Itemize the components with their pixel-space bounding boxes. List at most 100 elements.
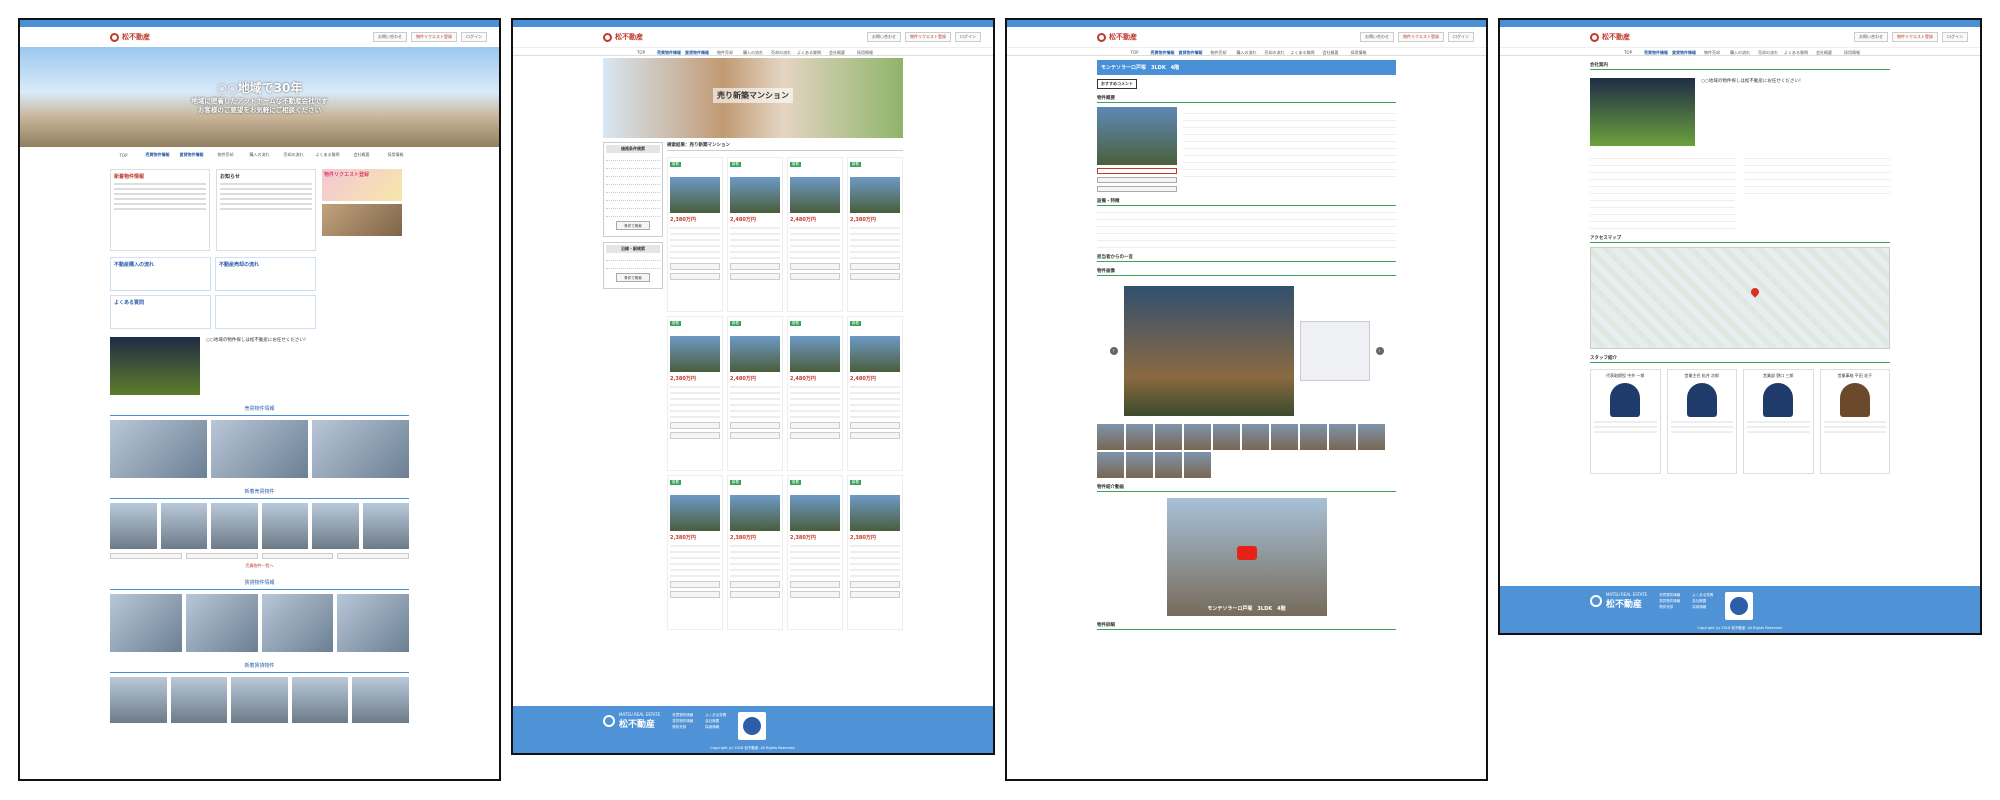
- gallery-thumb[interactable]: [1155, 424, 1182, 450]
- gallery-thumb[interactable]: [1126, 452, 1153, 478]
- sale-banner-1[interactable]: [110, 420, 207, 478]
- contact-button[interactable]: お問い合わせ: [373, 32, 407, 42]
- rent-banner-4[interactable]: [337, 594, 409, 652]
- nav-sell-flow[interactable]: 売却の流れ: [277, 152, 311, 158]
- detail-button[interactable]: [850, 422, 900, 429]
- property-card[interactable]: 新着 2,480万円: [787, 316, 843, 471]
- gallery-thumb[interactable]: [1155, 452, 1182, 478]
- card-title[interactable]: [850, 326, 900, 336]
- nav-faq[interactable]: よくある質問: [311, 152, 345, 158]
- site-logo[interactable]: 松不動産: [110, 32, 150, 42]
- card-photo[interactable]: [850, 336, 900, 372]
- card-title[interactable]: [850, 485, 900, 495]
- gallery-thumb[interactable]: [1242, 424, 1269, 450]
- footer-links[interactable]: 売買物件情報 賃貸物件情報 物件売却: [672, 712, 693, 730]
- detail-button[interactable]: [790, 263, 840, 270]
- site-logo[interactable]: 松不動産: [1590, 32, 1630, 42]
- nav-top[interactable]: TOP: [107, 153, 141, 158]
- card-title[interactable]: [790, 167, 840, 177]
- play-icon[interactable]: [1236, 546, 1257, 560]
- property-thumb[interactable]: [362, 503, 409, 549]
- card-photo[interactable]: [850, 495, 900, 531]
- favorite-button[interactable]: [730, 273, 780, 280]
- footer-links[interactable]: よくある質問 会社概要 採用情報: [705, 712, 726, 730]
- detail-button[interactable]: [110, 553, 182, 559]
- property-thumb[interactable]: [352, 677, 409, 723]
- filter-item[interactable]: [606, 201, 660, 209]
- nav-recruit[interactable]: 採用情報: [379, 152, 413, 158]
- property-thumb[interactable]: [160, 503, 207, 549]
- card-photo[interactable]: [730, 495, 780, 531]
- property-card[interactable]: 新着 2,380万円: [727, 475, 783, 630]
- detail-button[interactable]: [790, 422, 840, 429]
- login-button[interactable]: ログイン: [955, 32, 981, 42]
- inquiry-button[interactable]: [1097, 177, 1177, 183]
- next-arrow-icon[interactable]: ›: [1375, 347, 1384, 355]
- footer-links[interactable]: 売買物件情報 賃貸物件情報 物件売却: [1659, 592, 1680, 610]
- property-thumb[interactable]: [312, 503, 359, 549]
- detail-button[interactable]: [850, 263, 900, 270]
- property-main-photo[interactable]: [1097, 107, 1177, 165]
- nav-sale[interactable]: 売買物件情報: [141, 152, 175, 158]
- property-card[interactable]: 新着 2,380万円: [667, 316, 723, 471]
- filter-item[interactable]: [606, 161, 660, 169]
- gallery-thumb[interactable]: [1358, 424, 1385, 450]
- card-photo[interactable]: [730, 336, 780, 372]
- footer-logo[interactable]: MATSU REAL ESTATE 松不動産: [1590, 592, 1647, 610]
- card-photo[interactable]: [670, 177, 720, 213]
- detail-button[interactable]: [670, 422, 720, 429]
- gallery-thumb[interactable]: [1213, 424, 1240, 450]
- detail-button[interactable]: [337, 553, 409, 559]
- property-card[interactable]: 新着 2,480万円: [787, 157, 843, 312]
- property-thumb[interactable]: [231, 677, 288, 723]
- prev-arrow-icon[interactable]: ‹: [1109, 347, 1118, 355]
- nav-rent[interactable]: 賃貸物件情報: [175, 152, 209, 158]
- property-video[interactable]: モンテソラーロ戸塚 3LDK 4階: [1166, 498, 1327, 616]
- login-button[interactable]: ログイン: [461, 32, 487, 42]
- property-card[interactable]: 新着 2,480万円: [727, 316, 783, 471]
- detail-button[interactable]: [730, 581, 780, 588]
- favorite-button[interactable]: [730, 432, 780, 439]
- card-title[interactable]: [670, 326, 720, 336]
- filter-item[interactable]: [606, 253, 660, 261]
- gallery-thumb[interactable]: [1329, 424, 1356, 450]
- property-thumb[interactable]: [110, 503, 157, 549]
- footer-logo[interactable]: MATSU REAL ESTATE 松不動産: [603, 712, 660, 730]
- detail-button[interactable]: [261, 553, 334, 559]
- buy-flow-link[interactable]: 不動産購入の流れ: [110, 257, 211, 291]
- favorite-button[interactable]: [670, 432, 720, 439]
- filter-item[interactable]: [606, 193, 660, 201]
- detail-button[interactable]: [790, 581, 840, 588]
- contact-button[interactable]: お問い合わせ: [1360, 32, 1394, 42]
- nav-company[interactable]: 会社概要: [345, 152, 379, 158]
- property-card[interactable]: 新着 2,480万円: [727, 157, 783, 312]
- gallery-thumb[interactable]: [1126, 424, 1153, 450]
- search-button[interactable]: 条件で検索: [616, 273, 650, 282]
- property-thumb[interactable]: [211, 503, 258, 549]
- property-thumb[interactable]: [291, 677, 349, 723]
- property-card[interactable]: 新着 2,380万円: [847, 475, 903, 630]
- floor-plan[interactable]: [1299, 321, 1370, 381]
- nav-sell[interactable]: 物件売却: [209, 152, 243, 158]
- print-button[interactable]: [1097, 186, 1177, 192]
- login-button[interactable]: ログイン: [1942, 32, 1968, 42]
- site-logo[interactable]: 松不動産: [1097, 32, 1137, 42]
- favorite-button[interactable]: [670, 591, 720, 598]
- rent-banner-2[interactable]: [185, 594, 258, 652]
- card-photo[interactable]: [670, 495, 720, 531]
- favorite-button[interactable]: [850, 432, 900, 439]
- rent-banner-1[interactable]: [110, 594, 182, 652]
- faq-link[interactable]: よくある質問: [110, 295, 211, 329]
- sale-banner-3[interactable]: [312, 420, 409, 478]
- gallery-main-photo[interactable]: [1123, 286, 1294, 416]
- favorite-button[interactable]: [790, 273, 840, 280]
- card-photo[interactable]: [730, 177, 780, 213]
- card-photo[interactable]: [790, 336, 840, 372]
- request-button[interactable]: 物件リクエスト登録: [1398, 32, 1444, 42]
- detail-button[interactable]: [185, 553, 258, 559]
- request-button[interactable]: 物件リクエスト登録: [905, 32, 951, 42]
- sale-list-link[interactable]: 売買物件一覧へ: [24, 563, 495, 569]
- card-photo[interactable]: [790, 177, 840, 213]
- card-photo[interactable]: [670, 336, 720, 372]
- request-button[interactable]: 物件リクエスト登録: [411, 32, 457, 42]
